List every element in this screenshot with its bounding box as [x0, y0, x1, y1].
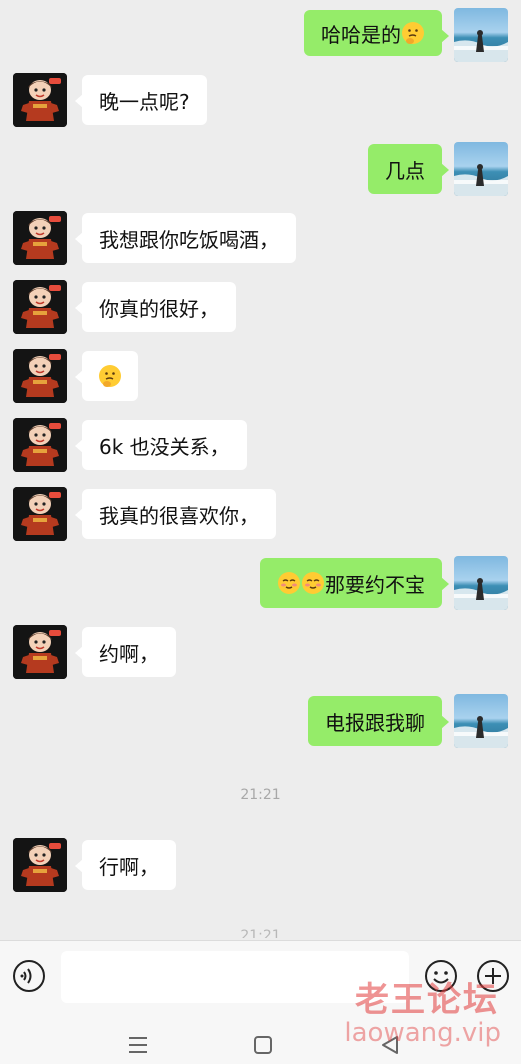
- thinking-face-icon: [98, 364, 122, 388]
- watermark-cn: 老王论坛: [355, 980, 499, 1020]
- message-text: 电报跟我聊: [325, 710, 425, 735]
- contact-avatar[interactable]: [13, 625, 67, 679]
- blushing-face-icon: [277, 571, 301, 595]
- chat-screen: 哈哈是的 晚一点呢? 几点 我想跟你吃饭喝酒， 你真的很好， 6k 也没关系， …: [0, 0, 521, 1064]
- message-row: 那要约不宝: [0, 556, 521, 616]
- message-text: 约啊，: [99, 641, 159, 666]
- contact-avatar[interactable]: [13, 211, 67, 265]
- message-row: 我真的很喜欢你，: [0, 487, 521, 547]
- user-avatar[interactable]: [454, 694, 508, 748]
- message-row: 行啊，: [0, 838, 521, 898]
- received-message-bubble[interactable]: 我真的很喜欢你，: [75, 489, 276, 539]
- timestamp-partial: 21:21: [240, 928, 281, 938]
- message-text: 你真的很好，: [99, 296, 219, 321]
- message-text: 行啊，: [99, 854, 159, 879]
- message-text: 我真的很喜欢你，: [99, 503, 259, 528]
- contact-avatar[interactable]: [13, 73, 67, 127]
- user-avatar[interactable]: [454, 556, 508, 610]
- received-message-bubble[interactable]: 你真的很好，: [75, 282, 236, 332]
- received-message-bubble[interactable]: 行啊，: [75, 840, 176, 890]
- message-text: 几点: [385, 158, 425, 183]
- message-row: 哈哈是的: [0, 4, 521, 64]
- message-text: 哈哈是的: [321, 22, 401, 47]
- message-list[interactable]: 哈哈是的 晚一点呢? 几点 我想跟你吃饭喝酒， 你真的很好， 6k 也没关系， …: [0, 0, 521, 940]
- message-row: 晚一点呢?: [0, 73, 521, 133]
- message-row: 几点: [0, 142, 521, 202]
- received-message-bubble[interactable]: 晚一点呢?: [75, 75, 207, 125]
- message-row: 6k 也没关系，: [0, 418, 521, 478]
- message-row: 你真的很好，: [0, 280, 521, 340]
- message-row: 约啊，: [0, 625, 521, 685]
- message-text: 那要约不宝: [325, 572, 425, 597]
- contact-avatar[interactable]: [13, 418, 67, 472]
- thinking-face-icon: [401, 21, 425, 45]
- message-row: 电报跟我聊: [0, 694, 521, 754]
- message-row: 我想跟你吃饭喝酒，: [0, 211, 521, 271]
- message-text: 6k 也没关系，: [99, 434, 230, 459]
- contact-avatar[interactable]: [13, 487, 67, 541]
- message-row: [0, 349, 521, 409]
- timestamp: 21:21: [240, 787, 281, 803]
- blushing-face-icon: [301, 571, 325, 595]
- menu-icon[interactable]: [126, 1034, 150, 1056]
- user-avatar[interactable]: [454, 142, 508, 196]
- sent-message-bubble[interactable]: 几点: [368, 144, 449, 194]
- received-message-bubble[interactable]: 我想跟你吃饭喝酒，: [75, 213, 296, 263]
- sent-message-bubble[interactable]: 电报跟我聊: [308, 696, 449, 746]
- message-text: 晚一点呢?: [99, 89, 190, 114]
- user-avatar[interactable]: [454, 8, 508, 62]
- contact-avatar[interactable]: [13, 838, 67, 892]
- received-message-bubble[interactable]: [75, 351, 138, 401]
- message-text: 我想跟你吃饭喝酒，: [99, 227, 279, 252]
- home-square-icon[interactable]: [251, 1034, 275, 1056]
- watermark-en: laowang.vip: [344, 1018, 501, 1048]
- received-message-bubble[interactable]: 6k 也没关系，: [75, 420, 247, 470]
- sent-message-bubble[interactable]: 哈哈是的: [304, 10, 449, 56]
- voice-icon[interactable]: [12, 959, 46, 993]
- sent-message-bubble[interactable]: 那要约不宝: [260, 558, 449, 608]
- contact-avatar[interactable]: [13, 280, 67, 334]
- contact-avatar[interactable]: [13, 349, 67, 403]
- received-message-bubble[interactable]: 约啊，: [75, 627, 176, 677]
